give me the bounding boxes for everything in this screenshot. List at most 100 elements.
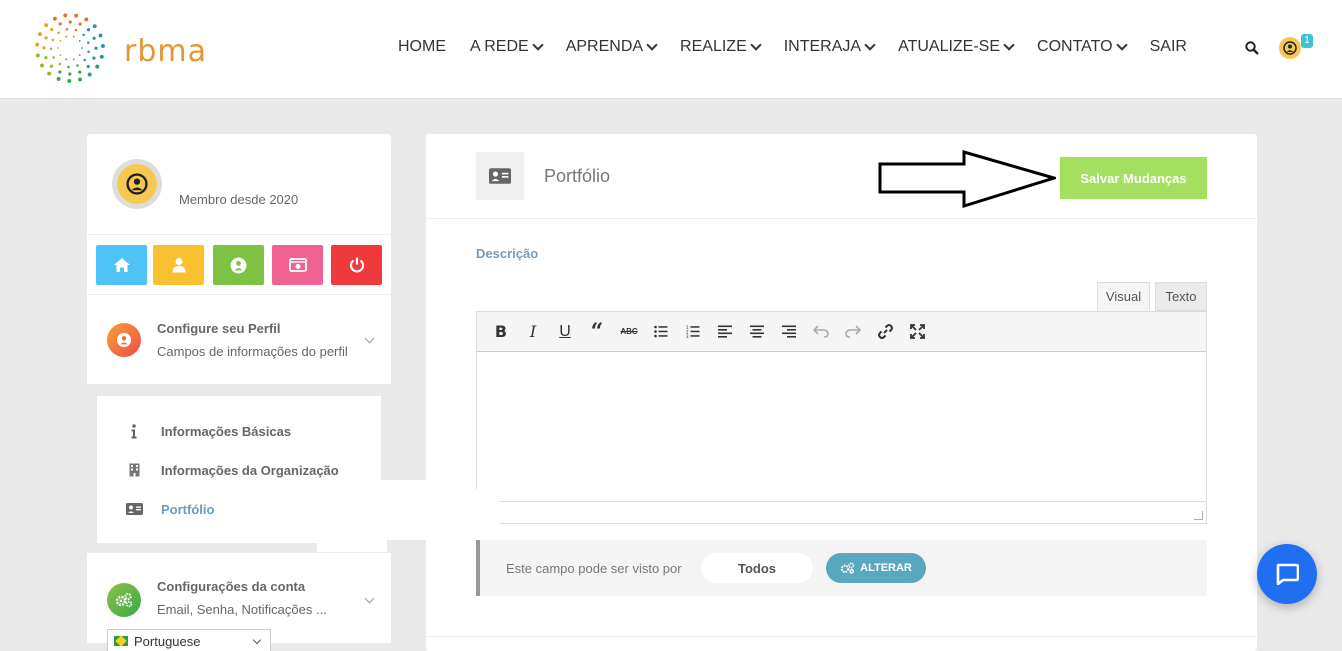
logo-dot: [94, 46, 98, 50]
logo-dot: [82, 33, 85, 37]
align-right-icon[interactable]: [773, 316, 805, 348]
align-left-icon[interactable]: [709, 316, 741, 348]
logo-dot: [51, 38, 55, 42]
portfolio-panel: Portfólio Salvar Mudanças Descrição Visu…: [426, 134, 1257, 651]
submenu-informacoes-basicas[interactable]: Informações Básicas: [97, 416, 381, 446]
profile-card: Membro desde 2020: [87, 134, 391, 234]
save-changes-button[interactable]: Salvar Mudanças: [1060, 157, 1207, 199]
logo-dot: [81, 47, 83, 49]
page-title: Portfólio: [544, 166, 611, 186]
logo-dot: [78, 54, 81, 56]
logo-dot: [35, 53, 40, 58]
submenu-informacoes-organizacao[interactable]: Informações da Organização: [97, 455, 381, 485]
italic-icon[interactable]: I: [517, 316, 549, 348]
tab-texto[interactable]: Texto: [1155, 282, 1207, 311]
profile-sidebar: Membro desde 2020 Configure seu Perfil C…: [87, 134, 431, 651]
logo-dot: [78, 22, 82, 26]
chevron-down-icon: [1003, 38, 1015, 51]
align-center-icon[interactable]: [741, 316, 773, 348]
chevron-down-icon: [750, 38, 762, 51]
main-nav: HOME A REDE APRENDA REALIZE INTERAJA ATU…: [398, 38, 1211, 56]
logo-dot: [92, 56, 96, 60]
strikethrough-icon[interactable]: ABC: [613, 316, 645, 348]
change-visibility-button[interactable]: ALTERAR: [826, 553, 926, 583]
nav-aprenda[interactable]: APRENDA: [566, 38, 658, 56]
editor-toolbar: B I U “ ABC 123: [476, 311, 1207, 352]
account-config-title: Configurações da conta: [157, 579, 306, 594]
profile-button[interactable]: [153, 245, 204, 285]
profile-config-section[interactable]: Configure seu Perfil Campos de informaçõ…: [87, 294, 391, 384]
search-icon[interactable]: [1245, 41, 1259, 55]
link-icon[interactable]: [869, 316, 901, 348]
submenu-portfolio[interactable]: Portfólio: [97, 494, 381, 524]
logo-dot: [47, 71, 52, 76]
editor-status-bar: [477, 501, 1206, 523]
id-card-icon: [125, 500, 143, 518]
avatar[interactable]: [112, 159, 162, 209]
blockquote-icon[interactable]: “: [581, 316, 613, 348]
arrow-right-icon: [878, 150, 1056, 209]
nav-realize[interactable]: REALIZE: [680, 38, 762, 56]
logo-dot: [86, 64, 90, 69]
bold-icon[interactable]: B: [485, 316, 517, 348]
logo-dot: [65, 35, 68, 38]
logo-dot: [76, 64, 79, 67]
logo-dot: [42, 46, 46, 50]
chat-button[interactable]: [1257, 544, 1317, 604]
nav-sair[interactable]: SAIR: [1150, 38, 1187, 56]
user-circle-icon: [230, 257, 247, 273]
user-avatar-icon[interactable]: [1279, 37, 1301, 59]
logo-dot: [100, 44, 105, 48]
tab-visual[interactable]: Visual: [1097, 282, 1150, 311]
numbered-list-icon[interactable]: 123: [677, 316, 709, 348]
nav-a-rede[interactable]: A REDE: [470, 38, 544, 56]
rbma-logo[interactable]: rbma: [32, 10, 212, 90]
redo-icon[interactable]: [837, 316, 869, 348]
logo-dot: [74, 13, 79, 18]
nav-atualize-se[interactable]: ATUALIZE-SE: [898, 38, 1015, 56]
logo-dot: [92, 24, 97, 29]
logo-dot: [35, 42, 40, 47]
nav-interaja[interactable]: INTERAJA: [784, 38, 876, 56]
nav-home[interactable]: HOME: [398, 38, 446, 56]
logo-dot: [87, 50, 90, 54]
site-header: rbma HOME A REDE APRENDA REALIZE INTERAJ…: [0, 0, 1342, 99]
logout-button[interactable]: [331, 245, 382, 285]
logo-dot: [86, 28, 91, 32]
notification-badge: 1: [1301, 34, 1313, 48]
logo-dot: [68, 20, 72, 24]
language-selected: Portuguese: [134, 633, 201, 649]
account-button[interactable]: [213, 245, 264, 285]
logo-dot: [58, 22, 62, 26]
home-button[interactable]: [96, 245, 147, 285]
description-editor[interactable]: [476, 352, 1207, 524]
logo-dot: [67, 79, 72, 83]
profile-submenu: Informações Básicas Informações da Organ…: [97, 396, 381, 543]
nav-contato[interactable]: CONTATO: [1037, 38, 1128, 56]
profile-config-title: Configure seu Perfil: [157, 321, 281, 336]
logo-dot: [67, 65, 70, 69]
overlay-patch: [426, 489, 500, 527]
chevron-down-icon: [864, 38, 876, 51]
resize-handle[interactable]: [1194, 511, 1203, 520]
chevron-down-icon: [252, 635, 262, 645]
logo-dot: [65, 28, 69, 31]
underline-icon[interactable]: U: [549, 316, 581, 348]
logo-dot: [49, 47, 53, 51]
description-label: Descrição: [476, 246, 539, 261]
media-button[interactable]: [272, 245, 323, 285]
brazil-flag-icon: [114, 636, 128, 646]
logo-dot: [86, 41, 90, 44]
overlay-patch: [318, 536, 366, 550]
logo-dot: [78, 77, 82, 82]
undo-icon[interactable]: [805, 316, 837, 348]
chevron-down-icon: [364, 593, 375, 604]
visibility-text: Este campo pode ser visto por: [506, 561, 682, 576]
bullet-list-icon[interactable]: [645, 316, 677, 348]
logo-dot: [78, 70, 82, 74]
logo-dot: [84, 17, 89, 22]
logo-dot: [87, 72, 92, 77]
language-select[interactable]: Portuguese: [107, 629, 271, 651]
logo-dot: [65, 58, 68, 61]
fullscreen-icon[interactable]: [901, 316, 933, 348]
